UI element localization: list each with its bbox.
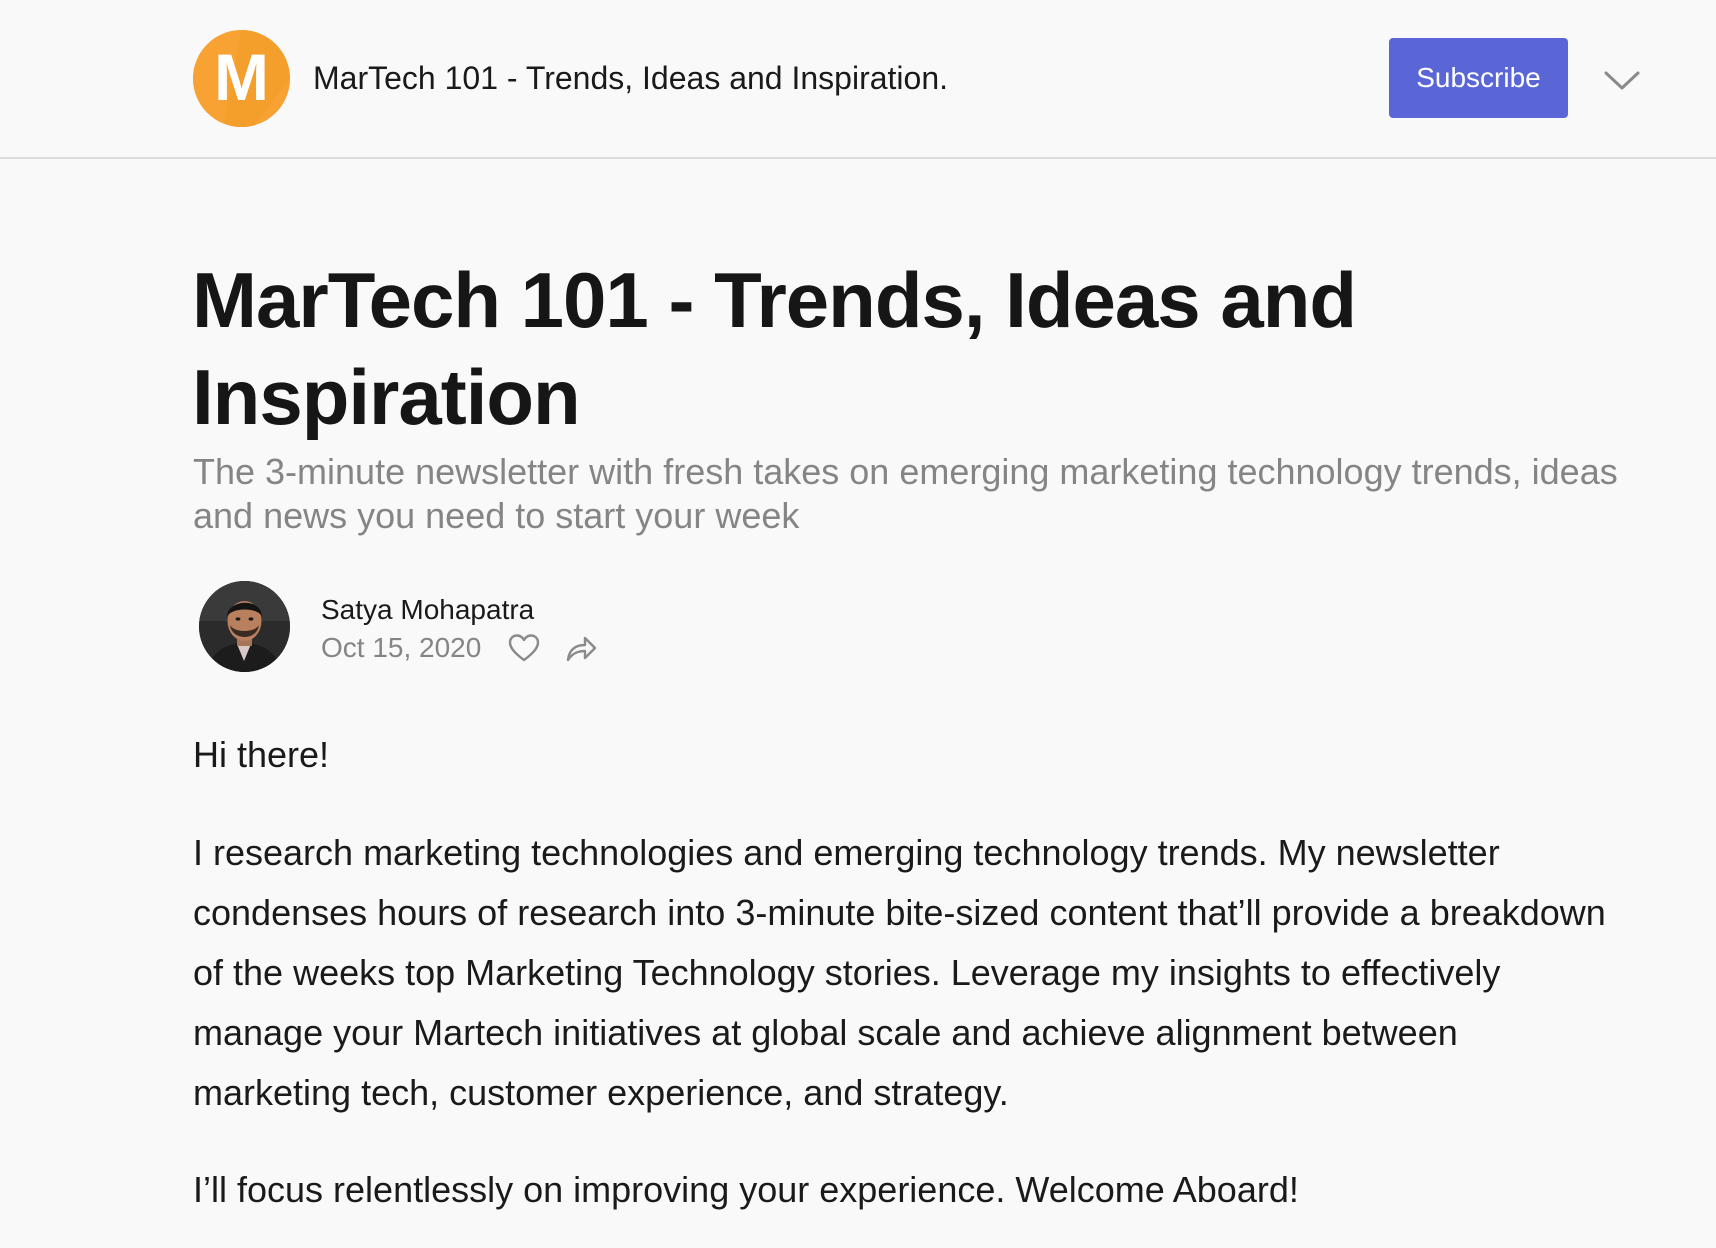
heart-icon[interactable] <box>507 632 541 664</box>
intro-paragraph: I research marketing technologies and em… <box>193 832 1606 1113</box>
closing-paragraph: I’ll focus relentlessly on improving you… <box>193 1169 1299 1210</box>
share-icon[interactable] <box>564 632 598 664</box>
logo-icon: M <box>193 30 290 127</box>
byline: Satya Mohapatra Oct 15, 2020 <box>199 581 899 673</box>
publication-logo[interactable]: M <box>193 30 290 127</box>
top-navigation-bar: M MarTech 101 - Trends, Ideas and Inspir… <box>0 0 1716 159</box>
logo-letter: M <box>214 40 269 114</box>
avatar[interactable] <box>199 581 290 672</box>
post-title: MarTech 101 - Trends, Ideas and Inspirat… <box>192 256 1357 441</box>
author-name[interactable]: Satya Mohapatra <box>321 593 534 627</box>
greeting-paragraph: Hi there! <box>193 734 330 775</box>
author-photo-icon <box>199 581 290 672</box>
subscribe-button[interactable]: Subscribe <box>1389 38 1568 118</box>
chevron-down-icon[interactable] <box>1602 64 1642 96</box>
post-date: Oct 15, 2020 <box>321 632 482 663</box>
publication-name[interactable]: MarTech 101 - Trends, Ideas and Inspirat… <box>313 58 948 98</box>
post-subtitle: The 3-minute newsletter with fresh takes… <box>193 451 1618 536</box>
